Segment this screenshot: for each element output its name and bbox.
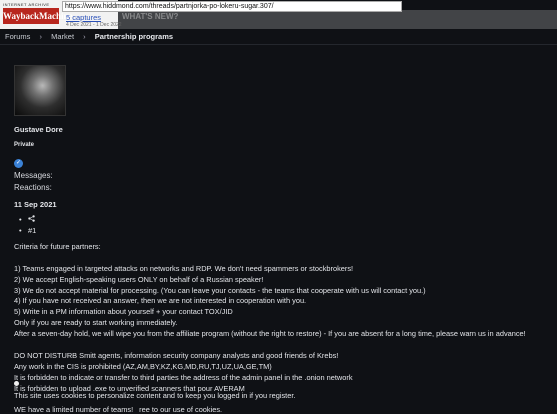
post-line-spacer <box>14 253 557 264</box>
list-bullet: • <box>19 215 22 224</box>
breadcrumb-forums[interactable]: Forums <box>5 32 30 41</box>
wayback-url-input[interactable]: https://www.hiddmond.com/threads/partnjo… <box>62 1 402 12</box>
post-line: Criteria for future partners: <box>14 242 101 251</box>
post-line: Only if you are ready to start working i… <box>14 318 178 328</box>
site-nav-ghost: WHAT'S NEW? <box>118 10 557 29</box>
reactions-label: Reactions: <box>14 183 52 192</box>
share-button[interactable]: • <box>19 215 35 224</box>
breadcrumb: Forums › Market › Partnership programs <box>5 32 173 42</box>
author-name[interactable]: Gustave Dore <box>14 125 63 134</box>
post-line-spacer <box>14 340 557 351</box>
post-line: 1) Teams engaged in targeted attacks on … <box>14 263 354 273</box>
post-line-cut: WE have a limited number of teams! ree to… <box>14 405 222 414</box>
internet-archive-label: INTERNET ARCHIVE <box>3 2 50 7</box>
nav-whats-new: WHAT'S NEW? <box>122 12 179 21</box>
wayback-machine-logo-text: WaybackMachine <box>3 8 73 24</box>
breadcrumb-market[interactable]: Market <box>51 32 74 41</box>
post-line: 5) Write in a PM information about yours… <box>14 307 233 317</box>
post-line-limited-teams: WE have a limited number of teams! <box>14 405 134 414</box>
post-line: After a seven-day hold, we will wipe you… <box>14 329 526 339</box>
post-line: It is forbidden to indicate or transfer … <box>14 372 353 382</box>
post-line: 4) If you have not received an answer, t… <box>14 296 307 306</box>
wayback-captures-link[interactable]: 5 captures <box>66 13 101 22</box>
cookie-notice-overlap: ree to our use of cookies. <box>139 405 223 414</box>
author-role: Private <box>14 142 35 148</box>
chevron-right-icon: › <box>39 32 43 41</box>
breadcrumb-divider <box>0 44 557 45</box>
post-date[interactable]: 11 Sep 2021 <box>14 200 57 209</box>
post-line: 3) We do not accept material for process… <box>14 285 426 295</box>
post-line: 2) We accept English-speaking users ONLY… <box>14 274 264 284</box>
list-bullet: • <box>19 226 22 235</box>
post-body: Criteria for future partners: 1) Teams e… <box>14 242 557 394</box>
post-number-link[interactable]: • #1 <box>19 226 36 235</box>
post-number[interactable]: #1 <box>28 226 36 235</box>
shield-check-icon: ✓ <box>14 159 23 168</box>
wayback-date-range: 4 Dec 2021 - 1 Dec 2022 <box>66 22 122 28</box>
chevron-right-icon: › <box>83 32 86 41</box>
share-icon <box>28 215 35 222</box>
wayback-logo[interactable]: INTERNET ARCHIVE WaybackMachine <box>3 2 73 26</box>
post-line: DO NOT DISTURB Smitt agents, information… <box>14 350 339 360</box>
breadcrumb-partnership-programs[interactable]: Partnership programs <box>95 32 173 41</box>
messages-label: Messages: <box>14 171 53 180</box>
cookie-notice-bullet <box>14 381 19 386</box>
cookie-notice-text: This site uses cookies to personalize co… <box>14 391 296 400</box>
author-avatar[interactable] <box>14 65 66 116</box>
post-line: Any work in the CIS is prohibited (AZ,AM… <box>14 361 272 371</box>
